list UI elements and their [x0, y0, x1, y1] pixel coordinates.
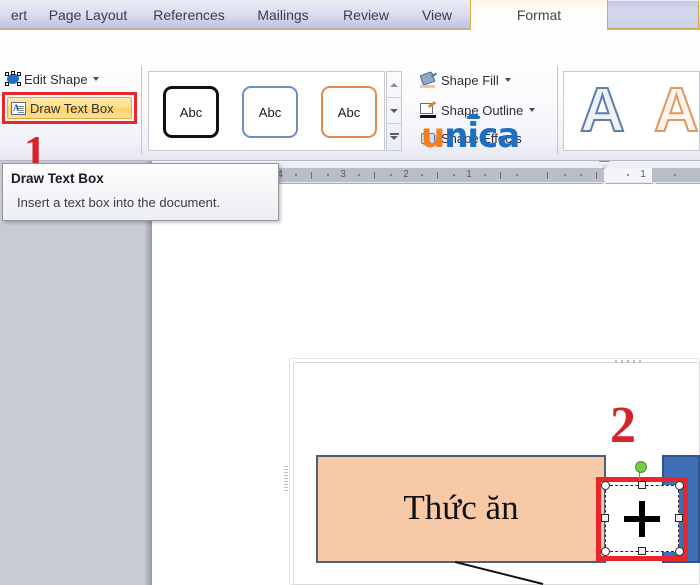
ruler-tick-1-right: 1 [636, 168, 650, 182]
wordart-style-blue[interactable]: A [580, 76, 625, 146]
ruler-minor-tick [547, 172, 548, 179]
edit-shape-label: Edit Shape [24, 72, 88, 87]
shape-styles-gallery[interactable]: Abc Abc Abc [148, 71, 385, 151]
ruler-dot [390, 174, 392, 176]
edit-shape-button[interactable]: Edit Shape [5, 70, 99, 88]
resize-handle-top-left[interactable] [601, 481, 610, 490]
ruler-dot [358, 174, 360, 176]
ruler-dot [327, 174, 329, 176]
ruler-dot [453, 174, 455, 176]
word-window: ert Page Layout References Mailings Revi… [0, 0, 700, 585]
shape-style-thumb-black[interactable]: Abc [163, 86, 219, 138]
resize-handle-middle-right[interactable] [675, 514, 683, 522]
ruler-dot [627, 174, 629, 176]
shape-outline-label: Shape Outline [441, 103, 523, 118]
ruler-minor-tick [596, 172, 597, 179]
ruler-dot [564, 174, 566, 176]
rotation-handle[interactable] [635, 461, 647, 473]
shape-style-thumb-orange[interactable]: Abc [321, 86, 377, 138]
chevron-down-icon [390, 109, 398, 113]
left-margin-pane [0, 161, 152, 585]
connector-line [455, 560, 545, 585]
gallery-scroll-up-button[interactable] [387, 72, 401, 98]
ruler-dot [295, 174, 297, 176]
tab-insert[interactable]: ert [0, 0, 38, 30]
chevron-down-icon [529, 108, 535, 112]
tab-strip-filler [607, 1, 699, 29]
shape-style-thumb-blue[interactable]: Abc [242, 86, 298, 138]
gallery-scroll-down-button[interactable] [387, 98, 401, 124]
highlight-box-draw-text-box [2, 92, 137, 124]
drawing-canvas-top-handle-dots[interactable] [615, 360, 645, 363]
group-separator-1 [141, 66, 142, 154]
document-edge-marks [284, 466, 288, 492]
annotation-number-2: 2 [610, 400, 636, 452]
chevron-down-icon [93, 77, 99, 81]
paint-bucket-icon [420, 73, 437, 88]
ruler-dot [484, 174, 486, 176]
ruler-tick-1-left: 1 [462, 168, 476, 182]
ruler-tick-3: 3 [336, 168, 350, 182]
ribbon-tab-strip: ert Page Layout References Mailings Revi… [0, 0, 700, 30]
left-pane-shadow [144, 161, 152, 585]
resize-handle-bottom-right[interactable] [675, 547, 684, 556]
ruler-minor-tick [500, 172, 501, 179]
tab-view[interactable]: View [406, 0, 468, 30]
group-separator-2 [557, 66, 558, 154]
ruler-dot [580, 174, 582, 176]
wordart-style-orange[interactable]: A [654, 76, 699, 146]
more-icon [390, 133, 399, 141]
ruler-dot [516, 174, 518, 176]
tab-format[interactable]: Format [470, 0, 608, 30]
ruler-minor-tick [374, 172, 375, 179]
tab-mailings[interactable]: Mailings [240, 0, 326, 30]
ruler-minor-tick [437, 172, 438, 179]
gallery-more-button[interactable] [387, 124, 401, 150]
resize-handle-top-right[interactable] [675, 481, 684, 490]
wordart-styles-gallery[interactable]: A A [563, 71, 700, 151]
ruler-dot [421, 174, 423, 176]
cube-effects-icon [420, 131, 437, 146]
resize-handle-middle-left[interactable] [601, 514, 609, 522]
shape-fill-button[interactable]: Shape Fill [420, 71, 511, 89]
ruler-dot [674, 174, 676, 176]
ruler-minor-tick [311, 172, 312, 179]
crosshair-cursor-icon [605, 485, 679, 552]
tooltip-title: Draw Text Box [11, 171, 104, 186]
ruler-tick-2: 2 [399, 168, 413, 182]
chevron-down-icon [505, 78, 511, 82]
pencil-outline-icon [420, 103, 437, 118]
gallery-scroll-buttons [386, 71, 402, 151]
draw-text-box-tooltip: Draw Text Box Insert a text box into the… [2, 163, 279, 221]
ribbon: Edit Shape Draw Text Box es 1 Abc Abc Ab… [0, 30, 700, 161]
resize-handle-bottom-center[interactable] [638, 547, 646, 555]
shape-fill-label: Shape Fill [441, 73, 499, 88]
tab-page-layout[interactable]: Page Layout [38, 0, 138, 30]
chevron-up-icon [390, 83, 398, 87]
tab-references[interactable]: References [138, 0, 240, 30]
edit-shape-icon [5, 72, 21, 86]
shape-outline-button[interactable]: Shape Outline [420, 101, 535, 119]
tooltip-body: Insert a text box into the document. [17, 195, 220, 210]
resize-handle-top-center[interactable] [638, 481, 646, 489]
tab-review[interactable]: Review [326, 0, 406, 30]
shape-food-label: Thức ăn [316, 480, 606, 536]
resize-handle-bottom-left[interactable] [601, 547, 610, 556]
shape-effects-label: Shape Effects [441, 131, 522, 146]
shape-effects-button[interactable]: Shape Effects [420, 129, 522, 147]
